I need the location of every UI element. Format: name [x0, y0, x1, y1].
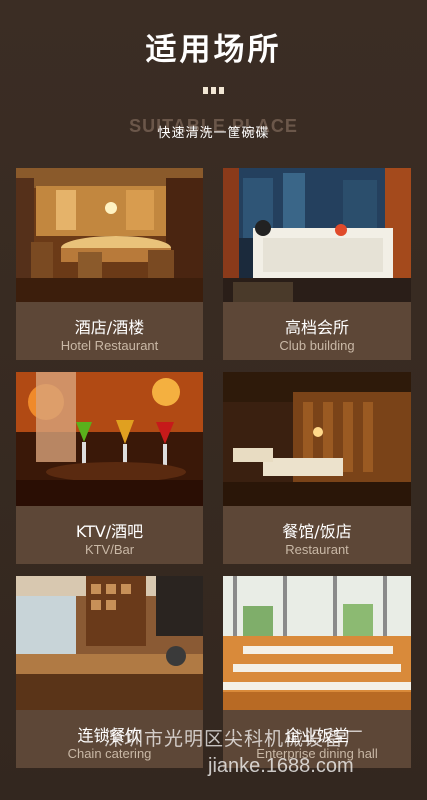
decorative-dots — [0, 87, 427, 94]
club-building-photo — [223, 168, 411, 302]
dot — [211, 87, 216, 94]
page: 适用场所 SUITABLE PLACE 快速清洗一筐碗碟 酒店/酒楼 Hotel… — [0, 0, 427, 800]
page-title: 适用场所 — [145, 32, 282, 68]
dot — [203, 87, 208, 94]
dot — [219, 87, 224, 94]
restaurant-photo — [223, 372, 411, 506]
card-title-cn: 酒店/酒楼 — [74, 318, 145, 337]
card-title-cn: KTV/酒吧 — [75, 522, 144, 541]
card-title-cn: 餐馆/饭店 — [282, 522, 352, 541]
venue-card-ktv[interactable]: KTV/酒吧 KTV/Bar — [16, 372, 203, 564]
card-title-en: Hotel Restaurant — [60, 338, 159, 353]
card-caption: 酒店/酒楼 Hotel Restaurant — [16, 302, 203, 360]
card-title-en: KTV/Bar — [84, 542, 135, 557]
card-title-cn: 高档会所 — [284, 318, 349, 337]
venue-card-club[interactable]: 高档会所 Club building — [223, 168, 411, 360]
chain-catering-photo — [16, 576, 203, 710]
enterprise-dining-hall-photo — [223, 576, 411, 710]
page-subtitle: 快速清洗一筐碗碟 — [157, 126, 270, 141]
hotel-restaurant-photo — [16, 168, 203, 302]
url-watermark: jianke.1688.com — [208, 755, 354, 777]
company-watermark: 深圳市光明区尖科机械设备厂 — [104, 728, 365, 750]
card-title-en: Restaurant — [285, 542, 349, 557]
card-title-en: Club building — [279, 338, 355, 353]
venue-card-restaurant[interactable]: 餐馆/饭店 Restaurant — [223, 372, 411, 564]
venue-grid: 酒店/酒楼 Hotel Restaurant 高档会所 Club buildin… — [16, 168, 411, 768]
venue-card-hotel[interactable]: 酒店/酒楼 Hotel Restaurant — [16, 168, 203, 360]
card-caption: KTV/酒吧 KTV/Bar — [16, 506, 203, 564]
card-caption: 高档会所 Club building — [223, 302, 411, 360]
card-caption: 餐馆/饭店 Restaurant — [223, 506, 411, 564]
ktv-bar-photo — [16, 372, 203, 506]
